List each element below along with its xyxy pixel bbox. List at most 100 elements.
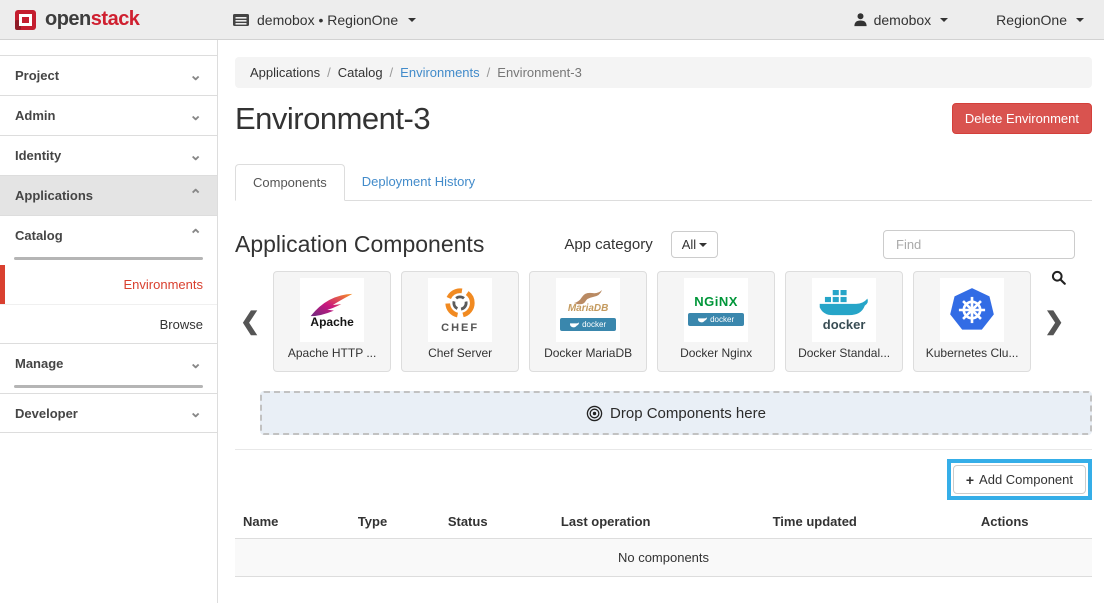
app-category-value: All	[682, 237, 696, 252]
sidebar-item-label: Developer	[15, 406, 78, 421]
sidebar-item-identity[interactable]: Identity ⌄	[0, 135, 217, 175]
components-table-toolbar: + Add Component	[235, 459, 1092, 500]
sidebar-link-label: Browse	[160, 317, 203, 332]
caret-down-icon	[1076, 18, 1084, 22]
breadcrumb-separator: /	[487, 65, 491, 80]
components-panel-controls: Application Components App category All	[235, 230, 1092, 259]
tab-components[interactable]: Components	[235, 164, 345, 201]
table-header-row: Name Type Status Last operation Time upd…	[235, 504, 1092, 539]
kubernetes-wheel-icon	[948, 286, 996, 334]
user-menu-label: demobox	[874, 12, 932, 28]
user-icon	[853, 12, 868, 27]
tab-deployment-history[interactable]: Deployment History	[345, 164, 492, 200]
breadcrumb-environments-link[interactable]: Environments	[400, 65, 479, 80]
sidebar-item-developer[interactable]: Developer ⌄	[0, 393, 217, 433]
caret-down-icon	[940, 18, 948, 22]
chevron-up-icon: ⌃	[189, 191, 202, 201]
top-navbar: openstack demobox • RegionOne demobox Re…	[0, 0, 1104, 40]
kubernetes-logo	[940, 278, 1004, 342]
add-component-button[interactable]: + Add Component	[953, 465, 1086, 494]
sidebar-item-catalog[interactable]: Catalog ⌃	[0, 215, 217, 255]
component-card-label: Apache HTTP ...	[288, 346, 376, 360]
drop-components-zone[interactable]: Drop Components here	[260, 391, 1092, 435]
empty-table-message: No components	[235, 539, 1092, 577]
apache-logo: Apache	[300, 278, 364, 342]
sidebar-item-project[interactable]: Project ⌄	[0, 55, 217, 95]
component-card-docker-mariadb[interactable]: MariaDB docker Docker MariaDB	[529, 271, 647, 372]
sidebar-item-environments[interactable]: Environments	[0, 265, 217, 304]
sidebar-item-applications[interactable]: Applications ⌃	[0, 175, 217, 215]
nginx-logo-text: NGiNX	[694, 294, 738, 309]
components-table: Name Type Status Last operation Time upd…	[235, 504, 1092, 577]
app-category-dropdown[interactable]: All	[671, 231, 718, 258]
chevron-up-icon: ⌃	[189, 231, 202, 241]
component-card-docker-standalone[interactable]: docker Docker Standal...	[785, 271, 903, 372]
sidebar-item-label: Project	[15, 68, 59, 83]
component-card-label: Docker MariaDB	[544, 346, 632, 360]
drop-zone-label: Drop Components here	[610, 405, 766, 422]
breadcrumb-catalog: Catalog	[338, 65, 383, 80]
sidebar-link-label: Environments	[124, 277, 203, 292]
docker-banner-text: docker	[582, 320, 606, 329]
column-header-type: Type	[350, 504, 440, 539]
search-icon	[1051, 270, 1066, 285]
chef-logo: CHEF	[428, 278, 492, 342]
mariadb-docker-logo: MariaDB docker	[556, 278, 620, 342]
column-header-status: Status	[440, 504, 553, 539]
user-menu[interactable]: demobox	[853, 12, 949, 28]
manage-section-underline	[14, 385, 203, 388]
component-card-docker-nginx[interactable]: NGiNX docker Docker Nginx	[657, 271, 775, 372]
openstack-cube-icon	[13, 7, 39, 33]
sidebar-nav: Project ⌄ Admin ⌄ Identity ⌄ Application…	[0, 40, 218, 603]
brand-open-text: open	[45, 8, 91, 30]
column-header-time-updated: Time updated	[765, 504, 973, 539]
component-cards: Apache Apache HTTP ... CHEF Chef Server	[273, 271, 1031, 372]
column-header-last-operation: Last operation	[553, 504, 765, 539]
tab-bar: Components Deployment History	[235, 164, 1092, 201]
content-divider	[235, 449, 1092, 450]
drop-target-icon	[586, 405, 603, 422]
caret-down-icon	[408, 18, 416, 22]
brand-stack-text: stack	[91, 8, 140, 30]
caret-down-icon	[699, 243, 707, 247]
nginx-docker-logo: NGiNX docker	[684, 278, 748, 342]
docker-banner: docker	[560, 318, 616, 331]
docker-banner-text: docker	[710, 315, 734, 324]
app-category-label: App category	[564, 236, 652, 253]
main-content: Applications/Catalog/Environments/Enviro…	[219, 40, 1104, 603]
sidebar-item-browse[interactable]: Browse	[0, 304, 217, 343]
sidebar-item-label: Catalog	[15, 228, 63, 243]
chevron-down-icon: ⌄	[189, 359, 202, 369]
component-card-apache[interactable]: Apache Apache HTTP ...	[273, 271, 391, 372]
carousel-next-button[interactable]: ❯	[1039, 307, 1069, 336]
docker-whale-mini-icon	[570, 321, 579, 328]
sidebar-item-admin[interactable]: Admin ⌄	[0, 95, 217, 135]
page-title: Environment-3	[235, 101, 430, 137]
panel-heading: Application Components	[235, 231, 484, 258]
sidebar-item-manage[interactable]: Manage ⌄	[0, 343, 217, 383]
column-header-actions: Actions	[973, 504, 1092, 539]
search-button[interactable]	[1051, 270, 1066, 288]
component-card-chef[interactable]: CHEF Chef Server	[401, 271, 519, 372]
component-card-label: Docker Standal...	[798, 346, 890, 360]
carousel-prev-button[interactable]: ❮	[235, 307, 265, 336]
find-input[interactable]	[883, 230, 1075, 259]
page-header: Environment-3 Delete Environment	[235, 101, 1092, 137]
breadcrumb: Applications/Catalog/Environments/Enviro…	[235, 57, 1092, 88]
chef-ring-icon	[443, 286, 477, 320]
switcher-label: demobox • RegionOne	[257, 12, 398, 28]
breadcrumb-separator: /	[390, 65, 394, 80]
chevron-down-icon: ⌄	[189, 151, 202, 161]
action-highlight-ring: + Add Component	[947, 459, 1092, 500]
project-region-switcher[interactable]: demobox • RegionOne	[232, 12, 416, 28]
sidebar-item-label: Identity	[15, 148, 61, 163]
breadcrumb-separator: /	[327, 65, 331, 80]
docker-logo: docker	[812, 278, 876, 342]
delete-environment-button[interactable]: Delete Environment	[952, 103, 1092, 134]
component-card-kubernetes[interactable]: Kubernetes Clu...	[913, 271, 1031, 372]
component-card-label: Kubernetes Clu...	[926, 346, 1019, 360]
components-carousel: ❮ Apache Apache HTTP ...	[235, 271, 1092, 372]
column-header-name: Name	[235, 504, 350, 539]
region-menu[interactable]: RegionOne	[996, 12, 1084, 28]
plus-icon: +	[966, 474, 974, 486]
